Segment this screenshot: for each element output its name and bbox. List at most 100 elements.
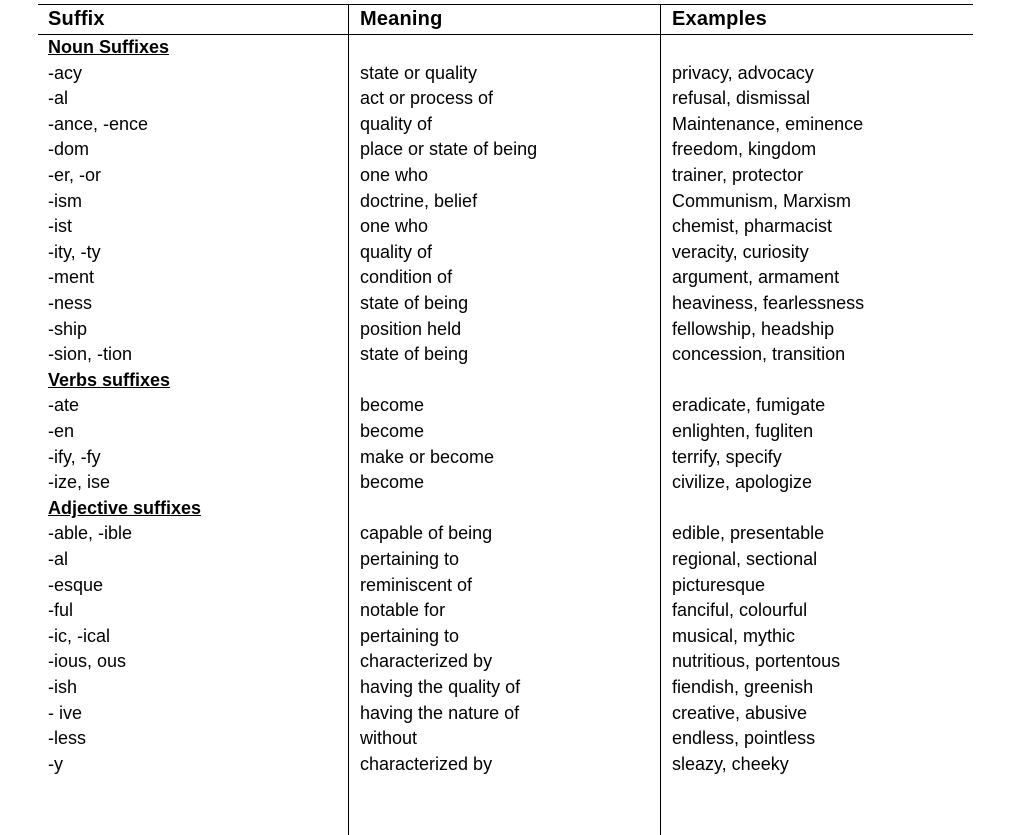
table-row: -esque reminiscent of picturesque <box>38 575 973 600</box>
meaning-cell: quality of <box>360 241 433 262</box>
suffix-cell: -ic, -ical <box>48 625 110 646</box>
section-title: Noun Suffixes <box>48 37 170 57</box>
meaning-cell: become <box>360 472 425 493</box>
examples-cell: creative, abusive <box>672 702 808 723</box>
table-row: -ness state of being heaviness, fearlessne… <box>38 293 973 318</box>
section-title: Verbs suffixes <box>48 369 171 390</box>
table-row: -ish having the quality of fiendish, green… <box>38 677 973 702</box>
examples-cell: trainer, protector <box>672 165 804 185</box>
meaning-cell: make or become <box>360 446 495 467</box>
examples-cell: fiendish, greenish <box>672 677 814 697</box>
examples-cell: eradicate, fumigate <box>672 395 826 416</box>
suffix-cell: -en <box>48 421 75 441</box>
meaning-cell: having the nature of <box>360 702 520 723</box>
table-row: -ity, -ty quality of veracity, curiosity <box>38 242 973 267</box>
table-row: -er, -or one who trainer, protector <box>38 165 973 190</box>
table-row: -ful notable for fanciful, colourful <box>38 600 973 625</box>
meaning-cell: pertaining to <box>360 625 460 646</box>
section-title: Adjective suffixes <box>48 497 202 518</box>
meaning-cell: without <box>360 728 418 749</box>
table-row: -ance, -ence quality of Maintenance, emine… <box>38 114 973 139</box>
suffix-cell: -ish <box>48 677 78 697</box>
suffix-table: Suffix Meaning Examples Noun Suffixes -ac… <box>38 4 973 835</box>
suffix-cell: -al <box>48 549 69 569</box>
table-row: -ship position held fellowship, headship <box>38 319 973 344</box>
meaning-cell: act or process of <box>360 88 494 109</box>
table-row: -ment condition of argument, armament <box>38 267 973 292</box>
meaning-cell: having the quality of <box>360 677 521 697</box>
meaning-cell: state or quality <box>360 62 478 83</box>
table-row: -ify, -fy make or become terrify, specify <box>38 447 973 472</box>
examples-cell: regional, sectional <box>672 549 818 569</box>
table-header: Suffix Meaning Examples <box>38 5 973 35</box>
section-heading-row: Adjective suffixes <box>38 498 973 523</box>
examples-cell: fanciful, colourful <box>672 600 808 621</box>
header-examples: Examples <box>672 8 767 30</box>
table-row: -acy state or quality privacy, advocacy <box>38 63 973 88</box>
examples-cell: Maintenance, eminence <box>672 113 864 134</box>
examples-cell: freedom, kingdom <box>672 139 817 160</box>
table-row: -able, -ible capable of being edible, pres… <box>38 523 973 548</box>
suffix-cell: -ship <box>48 318 88 339</box>
table-row: -al pertaining to regional, sectional <box>38 549 973 574</box>
suffix-cell: -less <box>48 728 87 749</box>
suffix-cell: -able, -ible <box>48 523 133 544</box>
section-heading-row: Noun Suffixes <box>38 37 973 62</box>
examples-cell: nutritious, portentous <box>672 651 841 672</box>
table-row: -sion, -tion state of being concession, tr… <box>38 344 973 369</box>
suffix-cell: -er, -or <box>48 165 102 185</box>
header-meaning: Meaning <box>360 8 443 30</box>
table-row: -ize, ise become civilize, apologize <box>38 472 973 497</box>
meaning-cell: state of being <box>360 293 469 313</box>
suffix-cell: -acy <box>48 62 83 83</box>
table-row: -ism doctrine, belief Communism, Marxism <box>38 191 973 216</box>
meaning-cell: pertaining to <box>360 549 460 569</box>
table-row: -ic, -ical pertaining to musical, mythic <box>38 626 973 651</box>
suffix-cell: - ive <box>48 702 83 723</box>
suffix-cell: -ful <box>48 600 74 621</box>
suffix-cell: -ate <box>48 395 80 416</box>
examples-cell: picturesque <box>672 574 766 595</box>
examples-cell: enlighten, fugliten <box>672 421 814 441</box>
meaning-cell: become <box>360 395 425 416</box>
examples-cell: concession, transition <box>672 344 846 365</box>
table-row: -ate become eradicate, fumigate <box>38 395 973 420</box>
examples-cell: veracity, curiosity <box>672 241 809 262</box>
examples-cell: musical, mythic <box>672 625 796 646</box>
header-suffix: Suffix <box>48 8 105 30</box>
suffix-cell: -ist <box>48 216 72 237</box>
section-heading-row: Verbs suffixes <box>38 370 973 395</box>
suffix-cell: -ize, ise <box>48 472 111 493</box>
meaning-cell: notable for <box>360 600 446 621</box>
examples-cell: Communism, Marxism <box>672 190 852 211</box>
suffix-cell: -ment <box>48 267 95 288</box>
table-row: -y characterized by sleazy, cheeky <box>38 754 973 779</box>
examples-cell: fellowship, headship <box>672 318 835 339</box>
examples-cell: terrify, specify <box>672 446 782 467</box>
suffix-cell: -ious, ous <box>48 651 127 672</box>
meaning-cell: state of being <box>360 344 469 365</box>
suffix-cell: -dom <box>48 139 90 160</box>
examples-cell: refusal, dismissal <box>672 88 811 109</box>
table-row: -al act or process of refusal, dismissal <box>38 88 973 113</box>
meaning-cell: doctrine, belief <box>360 190 478 211</box>
suffix-cell: -esque <box>48 574 104 595</box>
meaning-cell: place or state of being <box>360 139 538 160</box>
table-row: -en become enlighten, fugliten <box>38 421 973 446</box>
examples-cell: privacy, advocacy <box>672 62 814 83</box>
table-row: -dom place or state of being freedom, king… <box>38 139 973 164</box>
suffix-cell: -ify, -fy <box>48 446 101 467</box>
suffix-cell: -ance, -ence <box>48 113 149 134</box>
meaning-cell: one who <box>360 165 429 185</box>
examples-cell: argument, armament <box>672 267 840 288</box>
meaning-cell: reminiscent of <box>360 574 473 595</box>
table-row: -less without endless, pointless <box>38 728 973 753</box>
suffix-cell: -ity, -ty <box>48 241 101 262</box>
examples-cell: civilize, apologize <box>672 472 813 493</box>
meaning-cell: become <box>360 421 425 441</box>
suffix-cell: -ness <box>48 293 93 313</box>
suffix-cell: -y <box>48 753 63 774</box>
examples-cell: sleazy, cheeky <box>672 753 789 774</box>
examples-cell: chemist, pharmacist <box>672 216 833 237</box>
suffix-cell: -ism <box>48 190 82 211</box>
